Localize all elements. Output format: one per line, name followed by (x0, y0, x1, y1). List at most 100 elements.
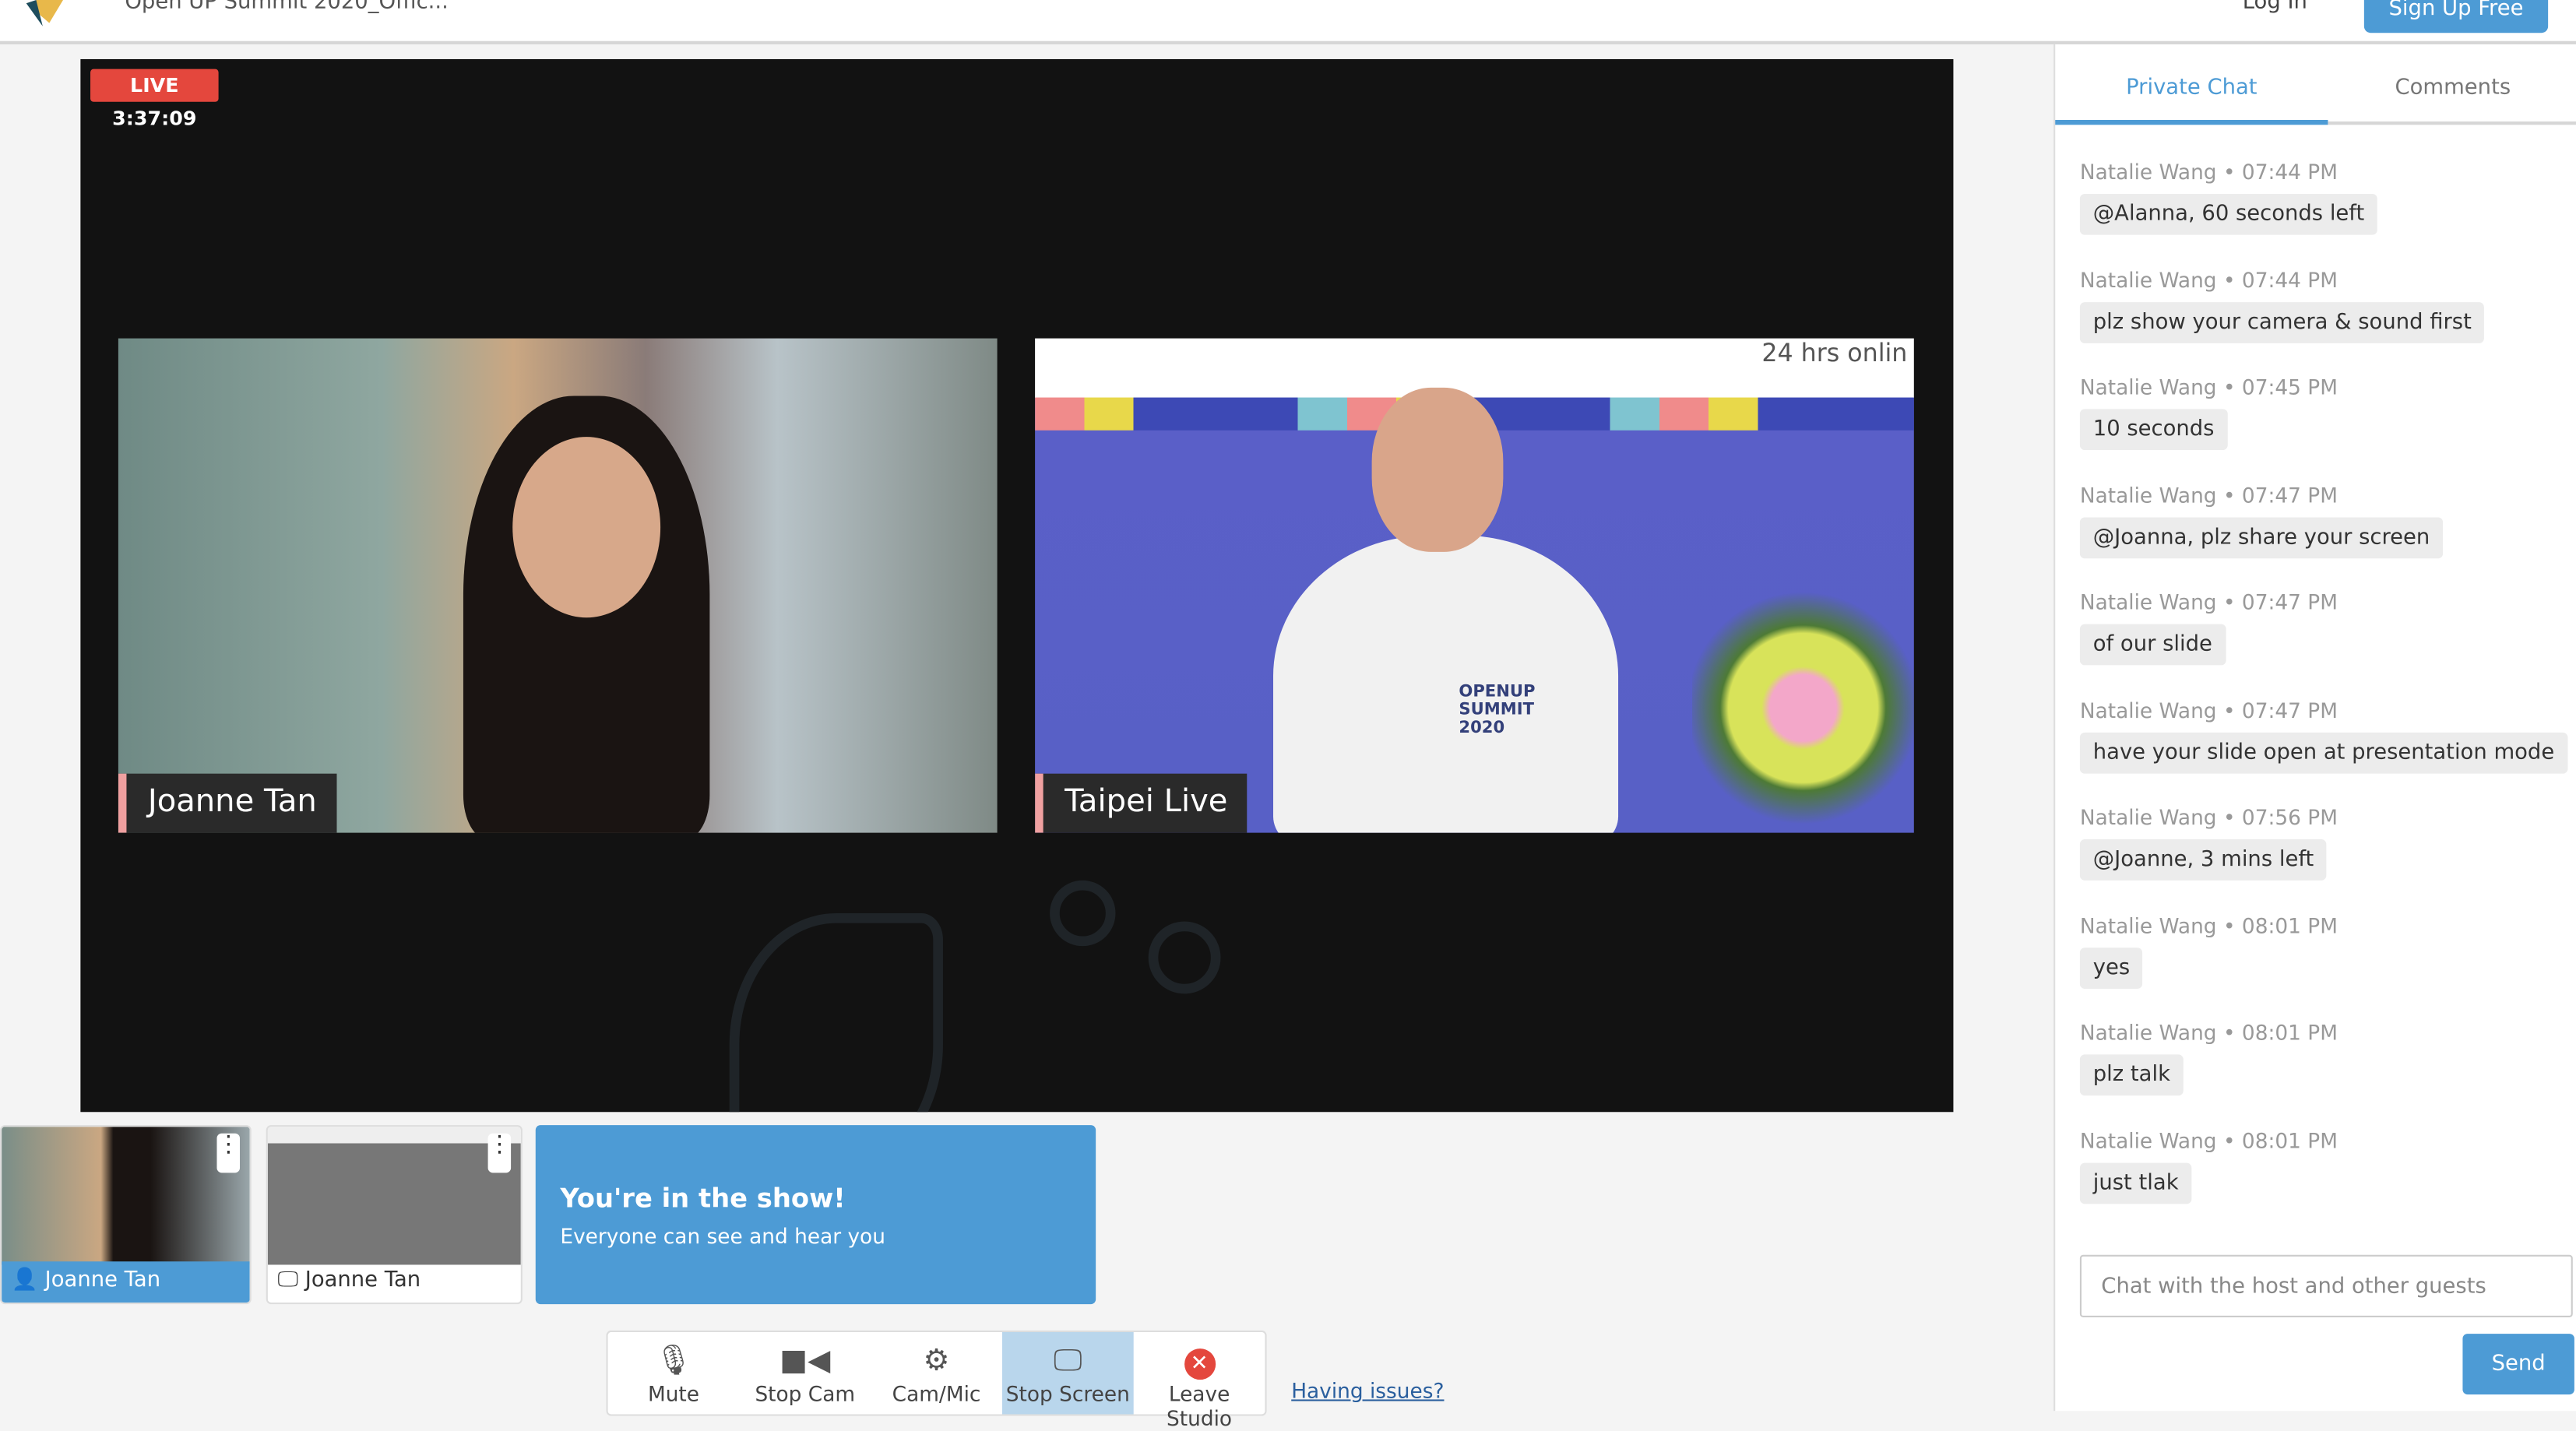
microphone-icon: 🎙 (654, 1343, 693, 1379)
message-time: 07:44 PM (2241, 159, 2338, 185)
monitor-icon: 🖵 (1053, 1343, 1082, 1379)
chat-message: Natalie Wang • 07:44 PM plz show your cam… (2079, 266, 2485, 343)
message-time: 08:01 PM (2241, 1127, 2338, 1152)
login-link[interactable]: Log In (2243, 0, 2307, 15)
separator: • (2222, 912, 2236, 937)
tab-comments[interactable]: Comments (2328, 44, 2576, 125)
flowers (1691, 585, 1914, 832)
message-time: 07:47 PM (2241, 589, 2338, 615)
event-title[interactable]: Open UP Summit 2020_Offic... (125, 0, 448, 15)
monitor-icon: 🖵 (277, 1268, 299, 1293)
separator: • (2222, 697, 2236, 723)
message-author: Natalie Wang (2079, 912, 2217, 937)
message-bubble: @Joanna, plz share your screen (2079, 516, 2444, 558)
thumbnail-screen[interactable]: ⋮ 🖵 Joanne Tan (266, 1125, 523, 1305)
button-label: Stop Cam (755, 1381, 856, 1406)
chat-message: Natalie Wang • 07:47 PM @Joanna, plz shar… (2079, 482, 2444, 558)
studio-toolbar: 🎙 Mute ■◀ Stop Cam ⚙ Cam/Mic 🖵 Stop Screen ✕… (606, 1330, 1267, 1431)
live-badge: LIVE 3:37:09 (90, 69, 219, 130)
message-time: 07:44 PM (2241, 266, 2338, 292)
speaker-face (1371, 387, 1504, 552)
video-tile-taipei[interactable]: 24 hrs onlin OPENUP SUMMIT 2020 Taipei L… (1035, 338, 1914, 833)
message-author: Natalie Wang (2079, 482, 2217, 507)
cam-mic-button[interactable]: ⚙ Cam/Mic (871, 1332, 1002, 1414)
chat-message: Natalie Wang • 07:45 PM 10 seconds (2079, 374, 2338, 451)
tile-name-label: Taipei Live (1035, 773, 1248, 833)
message-bubble: just tlak (2079, 1162, 2192, 1204)
gear-icon: ⚙ (923, 1343, 950, 1379)
more-options-button[interactable]: ⋮ (216, 1134, 241, 1173)
tab-private-chat[interactable]: Private Chat (2055, 44, 2328, 125)
message-author: Natalie Wang (2079, 1127, 2217, 1152)
in-show-banner: You're in the show! Everyone can see and… (535, 1125, 1096, 1305)
message-author: Natalie Wang (2079, 804, 2217, 830)
send-button[interactable]: Send (2462, 1334, 2574, 1395)
message-author: Natalie Wang (2079, 589, 2217, 615)
separator: • (2222, 374, 2236, 399)
shirt-logo: OPENUP SUMMIT 2020 (1459, 683, 1536, 738)
thumbnail-camera[interactable]: ⋮ 👤 Joanne Tan (0, 1125, 252, 1305)
separator: • (2222, 266, 2236, 292)
chat-message: Natalie Wang • 07:56 PM @Joanne, 3 mins l… (2079, 804, 2338, 881)
chat-message: Natalie Wang • 07:44 PM @Alanna, 60 secon… (2079, 159, 2378, 235)
person-icon: 👤 (11, 1268, 38, 1293)
separator: • (2222, 159, 2236, 185)
backdrop-text: 24 hrs onlin (1761, 338, 1908, 368)
tile-name-label: Joanne Tan (118, 773, 337, 833)
message-bubble: plz show your camera & sound first (2079, 301, 2485, 343)
banner-title: You're in the show! (560, 1182, 846, 1215)
chat-message: Natalie Wang • 08:01 PM yes (2079, 912, 2338, 988)
chat-message: Natalie Wang • 08:01 PM just tlak (2079, 1127, 2338, 1204)
chat-message: Natalie Wang • 07:47 PM have your slide o… (2079, 697, 2568, 773)
message-author: Natalie Wang (2079, 1020, 2217, 1045)
message-author: Natalie Wang (2079, 159, 2217, 185)
message-bubble: yes (2079, 947, 2144, 988)
separator: • (2222, 804, 2236, 830)
stop-cam-button[interactable]: ■◀ Stop Cam (739, 1332, 871, 1414)
mute-button[interactable]: 🎙 Mute (608, 1332, 740, 1414)
more-options-button[interactable]: ⋮ (487, 1134, 512, 1173)
chat-message: Natalie Wang • 08:01 PM plz talk (2079, 1020, 2338, 1096)
thumbnail-name: Joanne Tan (304, 1268, 421, 1293)
speaker-shirt (1273, 535, 1619, 833)
separator: • (2222, 589, 2236, 615)
message-time: 07:56 PM (2241, 804, 2338, 830)
message-time: 07:45 PM (2241, 374, 2338, 399)
decor-circle (1050, 880, 1116, 947)
message-bubble: have your slide open at presentation mod… (2079, 731, 2568, 773)
button-label: Mute (647, 1381, 700, 1406)
video-camera-icon: ■◀ (779, 1343, 831, 1379)
decor-leaf (729, 912, 943, 1113)
signup-button[interactable]: Sign Up Free (2363, 0, 2549, 33)
chat-input[interactable]: Chat with the host and other guests (2079, 1254, 2573, 1317)
button-label: Stop Screen (1005, 1381, 1130, 1406)
banner-subtitle: Everyone can see and hear you (560, 1223, 885, 1249)
chat-message: Natalie Wang • 07:47 PM of our slide (2079, 589, 2338, 666)
logo[interactable] (19, 0, 85, 26)
leave-studio-button[interactable]: ✕ Leave Studio (1134, 1332, 1265, 1431)
decor-circle (1148, 921, 1221, 994)
message-bubble: @Joanne, 3 mins left (2079, 839, 2328, 881)
speaker-face (512, 437, 661, 618)
message-bubble: 10 seconds (2079, 409, 2228, 451)
thumbnail-image (267, 1127, 521, 1265)
chat-panel: Private Chat Comments Natalie Wang • 07:… (2053, 44, 2576, 1412)
stop-screen-button[interactable]: 🖵 Stop Screen (1001, 1331, 1134, 1415)
message-author: Natalie Wang (2079, 374, 2217, 399)
close-circle-icon: ✕ (1134, 1342, 1265, 1382)
message-time: 08:01 PM (2241, 912, 2338, 937)
message-time: 07:47 PM (2241, 482, 2338, 507)
message-author: Natalie Wang (2079, 266, 2217, 292)
separator: • (2222, 1020, 2236, 1045)
message-bubble: plz talk (2079, 1054, 2184, 1096)
top-header: Open UP Summit 2020_Offic... Log In Sign… (0, 0, 2576, 44)
video-stage: LIVE 3:37:09 Joanne Tan 24 hrs onlin OPE… (80, 58, 1954, 1113)
having-issues-link[interactable]: Having issues? (1291, 1378, 1444, 1403)
message-author: Natalie Wang (2079, 697, 2217, 723)
message-bubble: of our slide (2079, 624, 2226, 666)
separator: • (2222, 482, 2236, 507)
thumbnail-image (2, 1127, 250, 1265)
message-time: 07:47 PM (2241, 697, 2338, 723)
message-time: 08:01 PM (2241, 1020, 2338, 1045)
video-tile-joanne[interactable]: Joanne Tan (118, 338, 998, 833)
